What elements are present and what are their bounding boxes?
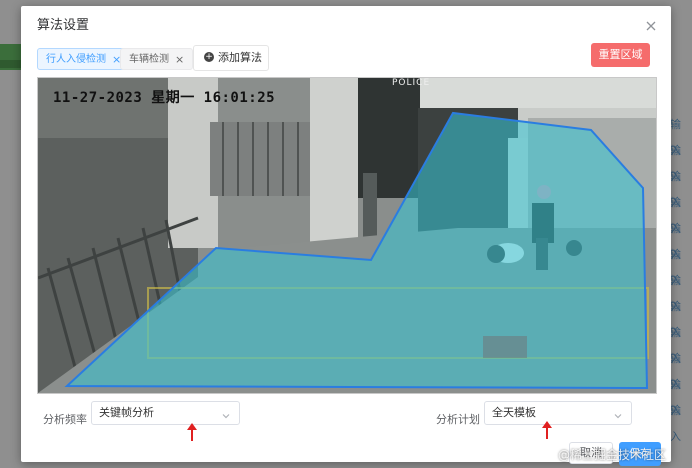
watermark: @稀土掘金技术社区 <box>558 448 667 462</box>
background-green-strip <box>0 60 22 68</box>
background-link: 输入 <box>670 300 681 339</box>
tag-label: 行人入侵检测 <box>46 54 106 65</box>
plan-label: 分析计划 <box>436 413 480 426</box>
frequency-label: 分析频率 <box>43 413 87 426</box>
chevron-down-icon <box>221 407 231 429</box>
frequency-value: 关键帧分析 <box>99 406 154 419</box>
background-link: 输入 <box>670 222 681 261</box>
plan-select[interactable]: 全天模板 <box>484 401 632 425</box>
annotation-arrow-icon <box>542 421 552 439</box>
close-icon[interactable] <box>645 20 657 32</box>
add-algorithm-button[interactable]: + 添加算法 <box>193 45 269 71</box>
background-link: 输入 <box>670 196 681 235</box>
background-link: 输入 <box>670 352 681 391</box>
background-link-column: 输入 输入 输入 输入 输入 输入 输入 输入 输入 输入 输入 输入 <box>670 112 690 443</box>
background-link: 输入 <box>670 378 681 417</box>
chevron-down-icon <box>613 407 623 429</box>
background-link: 输入 <box>670 248 681 287</box>
background-link: 输入 <box>670 404 681 443</box>
background-link: 输入 <box>670 274 681 313</box>
frequency-select[interactable]: 关键帧分析 <box>91 401 240 425</box>
tag-vehicle-detection[interactable]: 车辆检测 × <box>120 48 194 71</box>
background-link: 输入 <box>670 118 681 157</box>
camera-scene <box>38 78 656 393</box>
background-link: 输入 <box>670 326 681 365</box>
camera-frame[interactable]: 11-27-2023 星期一 16:01:25 POLICE <box>37 77 657 394</box>
plan-value: 全天模板 <box>492 406 536 419</box>
tag-close-icon[interactable]: × <box>175 49 184 71</box>
background-link: 输入 <box>670 144 681 183</box>
dialog-title: 算法设置 <box>37 18 90 33</box>
add-algorithm-label: 添加算法 <box>218 51 262 64</box>
tag-label: 车辆检测 <box>129 54 169 65</box>
background-link: 输入 <box>670 170 681 209</box>
police-sign: POLICE <box>392 78 431 88</box>
plus-circle-icon: + <box>204 52 214 62</box>
tag-pedestrian-intrusion[interactable]: 行人入侵检测 × <box>37 48 131 70</box>
annotation-arrow-icon <box>187 423 197 441</box>
algorithm-settings-dialog: 算法设置 行人入侵检测 × 车辆检测 × + 添加算法 重置区域 11-27-2… <box>21 6 671 466</box>
camera-timestamp: 11-27-2023 星期一 16:01:25 <box>53 90 276 106</box>
reset-region-button[interactable]: 重置区域 <box>591 43 650 67</box>
